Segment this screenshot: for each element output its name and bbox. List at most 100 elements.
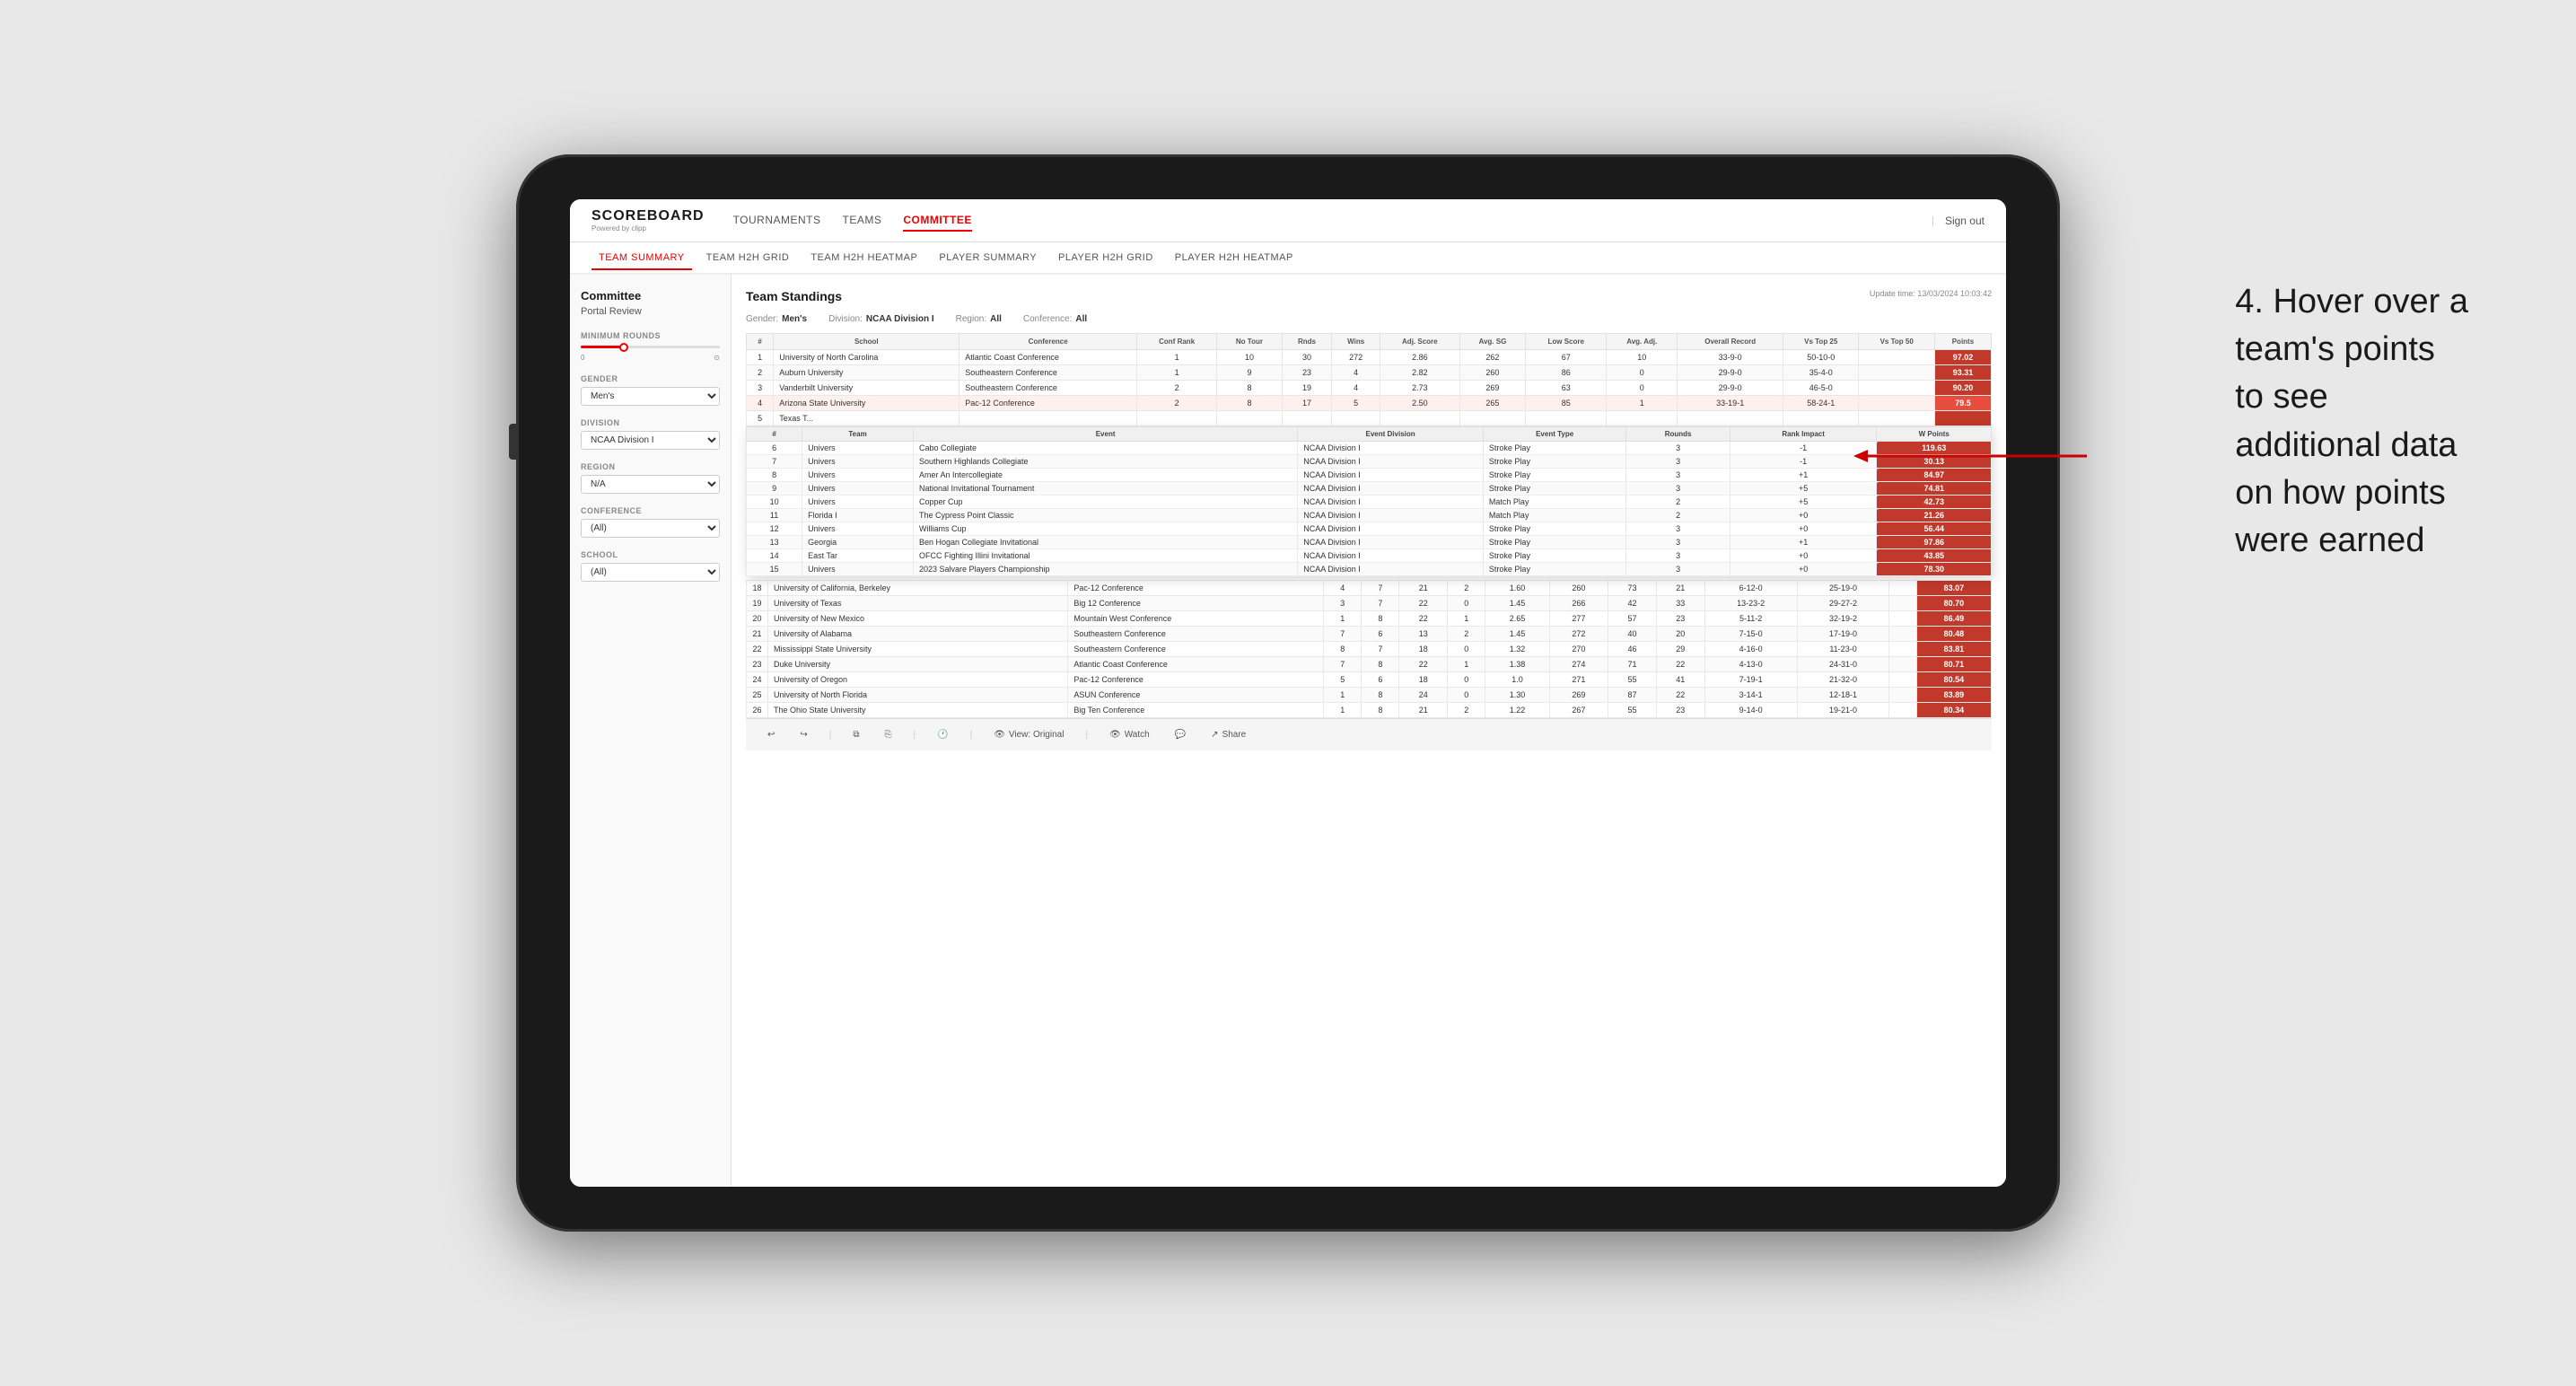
sidebar-select-gender[interactable]: Men's Women's <box>581 387 720 406</box>
toolbar-sep-3: | <box>970 730 973 740</box>
school-26: The Ohio State University <box>768 703 1068 718</box>
sub-nav-team-h2h-heatmap[interactable]: TEAM H2H HEATMAP <box>803 247 924 268</box>
sub-nav-team-h2h-grid[interactable]: TEAM H2H GRID <box>699 247 797 268</box>
lower-table: 18 University of California, Berkeley Pa… <box>746 580 1992 718</box>
vs25-4: 58-24-1 <box>1783 396 1859 411</box>
avgadj-22: 29 <box>1656 642 1704 657</box>
vs25-5 <box>1783 411 1859 426</box>
tt-num-8: 13 <box>747 536 802 549</box>
paste-button[interactable]: ⎘ <box>878 726 899 743</box>
tt-event-10: 2023 Salvare Players Championship <box>913 563 1297 576</box>
overall-3: 29-9-0 <box>1678 381 1783 396</box>
overall-1: 33-9-0 <box>1678 350 1783 365</box>
rnds-23: 22 <box>1399 657 1448 672</box>
report-title: Team Standings <box>746 289 842 303</box>
tt-num-7: 12 <box>747 522 802 536</box>
sign-out-button[interactable]: Sign out <box>1945 215 1985 227</box>
sidebar-slider-rounds[interactable] <box>581 346 720 348</box>
tooltip-col-points: W Points <box>1877 427 1992 442</box>
points-5[interactable] <box>1934 411 1991 426</box>
sub-nav-player-h2h-grid[interactable]: PLAYER H2H GRID <box>1051 247 1161 268</box>
points-25[interactable]: 83.89 <box>1916 688 1991 703</box>
nav-teams[interactable]: TEAMS <box>843 210 882 232</box>
tooltip-col-num: # <box>747 427 802 442</box>
points-3[interactable]: 90.20 <box>1934 381 1991 396</box>
avgadj-25: 22 <box>1656 688 1704 703</box>
tt-impact-8: +1 <box>1730 536 1877 549</box>
vs25-26: 19-21-0 <box>1797 703 1889 718</box>
points-2[interactable]: 93.31 <box>1934 365 1991 381</box>
conf-rank-1: 1 <box>1137 350 1217 365</box>
sidebar-header: Committee <box>581 289 720 303</box>
tt-rnds-2: 3 <box>1626 455 1730 469</box>
notour-18: 7 <box>1362 581 1399 596</box>
avgadj-3: 0 <box>1607 381 1678 396</box>
points-21[interactable]: 80.48 <box>1916 627 1991 642</box>
sidebar-select-region[interactable]: N/A East West <box>581 475 720 494</box>
notour-26: 8 <box>1362 703 1399 718</box>
tt-type-2: Stroke Play <box>1483 455 1625 469</box>
rnds-5 <box>1282 411 1332 426</box>
vs25-3: 46-5-0 <box>1783 381 1859 396</box>
tt-div-4: NCAA Division I <box>1298 482 1484 496</box>
tt-rnds-8: 3 <box>1626 536 1730 549</box>
avgadj-2: 0 <box>1607 365 1678 381</box>
tt-type-3: Stroke Play <box>1483 469 1625 482</box>
school-20: University of New Mexico <box>768 611 1068 627</box>
clock-button[interactable]: 🕐 <box>930 726 955 743</box>
filter-division-label: Division: <box>828 314 863 324</box>
points-24[interactable]: 80.54 <box>1916 672 1991 688</box>
undo-button[interactable]: ↩ <box>760 726 782 743</box>
nav-tournaments[interactable]: TOURNAMENTS <box>733 210 821 232</box>
avgsg-20: 277 <box>1549 611 1608 627</box>
sub-nav-player-summary[interactable]: PLAYER SUMMARY <box>932 247 1044 268</box>
nav-committee[interactable]: COMMITTEE <box>903 210 972 232</box>
tt-type-7: Stroke Play <box>1483 522 1625 536</box>
points-20[interactable]: 86.49 <box>1916 611 1991 627</box>
sidebar-select-division[interactable]: NCAA Division I NCAA Division II NCAA Di… <box>581 431 720 450</box>
wins-2: 4 <box>1332 365 1380 381</box>
logo-area: SCOREBOARD Powered by clipp <box>591 208 705 232</box>
points-22[interactable]: 83.81 <box>1916 642 1991 657</box>
adj-1: 2.86 <box>1380 350 1459 365</box>
tt-pts-3: 84.97 <box>1877 469 1992 482</box>
rank-18: 18 <box>747 581 768 596</box>
points-4[interactable]: 79.5 <box>1934 396 1991 411</box>
low-5 <box>1526 411 1607 426</box>
sidebar-select-conference[interactable]: (All) <box>581 519 720 538</box>
tooltip-row: 12 Univers Williams Cup NCAA Division I … <box>747 522 1992 536</box>
main-nav: TOURNAMENTS TEAMS COMMITTEE <box>733 210 1932 232</box>
share-button[interactable]: ↗ Share <box>1204 726 1253 743</box>
tt-div-9: NCAA Division I <box>1298 549 1484 563</box>
table-row: 24 University of Oregon Pac-12 Conferenc… <box>747 672 1992 688</box>
sidebar-select-school[interactable]: (All) <box>581 563 720 582</box>
rank-20: 20 <box>747 611 768 627</box>
tooltip-table: # Team Event Event Division Event Type R… <box>746 426 1992 576</box>
filter-gender-value: Men's <box>782 314 807 324</box>
redo-button[interactable]: ↪ <box>793 726 814 743</box>
view-original-button[interactable]: 👁 View: Original <box>986 726 1071 743</box>
adj-25: 1.30 <box>1485 688 1549 703</box>
sub-nav-team-summary[interactable]: TEAM SUMMARY <box>591 247 692 270</box>
wins-5 <box>1332 411 1380 426</box>
points-26[interactable]: 80.34 <box>1916 703 1991 718</box>
confrank-19: 3 <box>1324 596 1362 611</box>
tt-rnds-3: 3 <box>1626 469 1730 482</box>
points-18[interactable]: 83.07 <box>1916 581 1991 596</box>
tt-num-6: 11 <box>747 509 802 522</box>
adj-4: 2.50 <box>1380 396 1459 411</box>
confrank-18: 4 <box>1324 581 1362 596</box>
slider-handle[interactable] <box>619 343 628 352</box>
tt-type-5: Match Play <box>1483 496 1625 509</box>
points-19[interactable]: 80.70 <box>1916 596 1991 611</box>
points-1[interactable]: 97.02 <box>1934 350 1991 365</box>
points-23[interactable]: 80.71 <box>1916 657 1991 672</box>
conf-3: Southeastern Conference <box>959 381 1137 396</box>
table-row: 3 Vanderbilt University Southeastern Con… <box>747 381 1992 396</box>
watch-button[interactable]: 👁 Watch <box>1102 726 1157 743</box>
confrank-23: 7 <box>1324 657 1362 672</box>
sub-nav-player-h2h-heatmap[interactable]: PLAYER H2H HEATMAP <box>1168 247 1301 268</box>
toolbar-sep-4: | <box>1085 730 1088 740</box>
comment-button[interactable]: 💬 <box>1168 726 1193 743</box>
copy-button[interactable]: ⧉ <box>846 726 866 743</box>
